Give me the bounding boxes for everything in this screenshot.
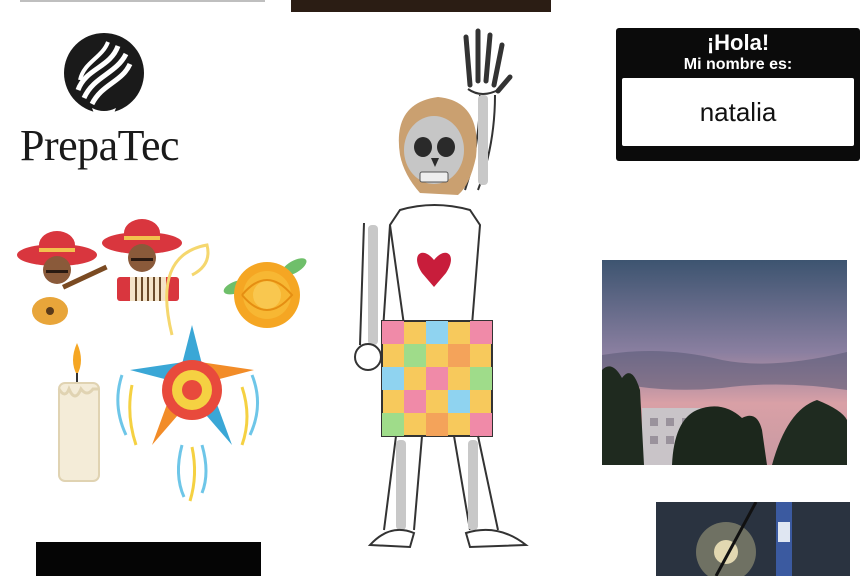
pinata-icon [116,243,259,502]
candle-icon [57,343,100,482]
name-tag-greeting: ¡Hola! [706,30,770,55]
name-tag: ¡Hola! Mi nombre es: natalia [616,28,860,161]
name-tag-name: natalia [699,96,777,127]
top-center-photo-strip [291,0,551,12]
top-left-strip [20,0,265,2]
prepatec-logo-icon [64,33,144,118]
catrina-skeleton-illustration [354,28,529,549]
sunset-photo [602,260,847,465]
brand-logo: PrepaTec [18,28,198,178]
night-lights-photo [656,502,850,576]
bottom-left-dark-panel [36,542,261,576]
name-tag-name-box: natalia [622,78,854,146]
name-tag-subtitle: Mi nombre es: [683,56,793,73]
brand-name: PrepaTec [20,121,180,170]
